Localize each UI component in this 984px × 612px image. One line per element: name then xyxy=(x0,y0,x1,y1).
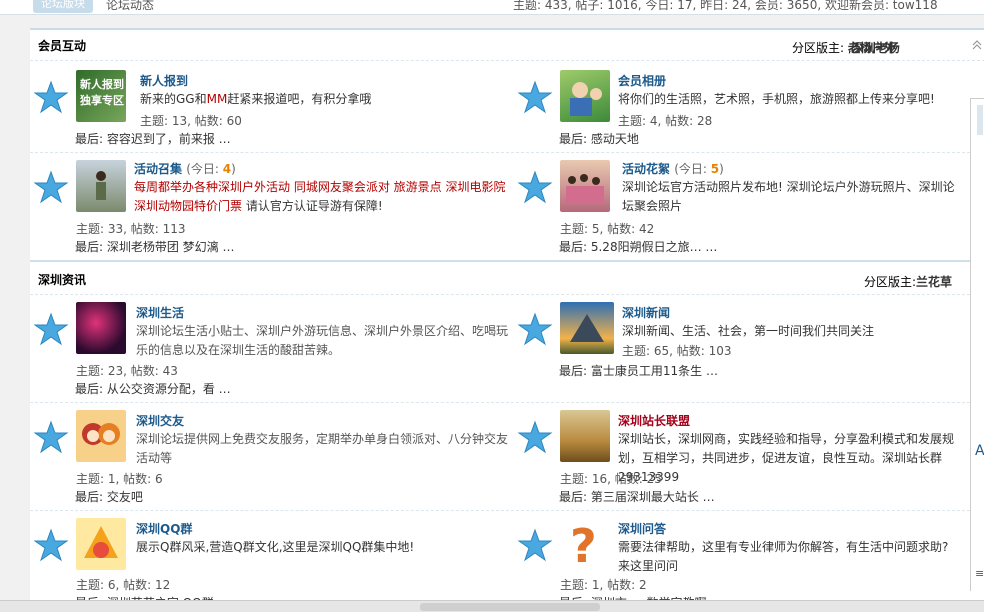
top-status-bar: 论坛版块 论坛动态 主题: 433, 帖子: 1016, 今日: 17, 昨日:… xyxy=(0,0,984,15)
forum-stats: 主题: 33, 帖数: 113 xyxy=(76,222,186,236)
section-header-member: 会员互动 分区版主: 老杨户外, 深圳老杨 xyxy=(30,30,984,60)
forum-title-link[interactable]: 深圳问答 xyxy=(618,520,666,537)
forum-last-post-link[interactable]: 最后: 交友吧 xyxy=(75,488,143,505)
moderator-link[interactable]: 兰花草 xyxy=(916,273,952,290)
star-icon xyxy=(34,420,68,454)
forum-title-link[interactable]: 深圳交友 xyxy=(136,412,184,429)
font-size-icon[interactable]: A xyxy=(975,443,984,459)
forum-description: 深圳论坛官方活动照片发布地! 深圳论坛户外游玩照片、深圳论坛聚会照片 xyxy=(622,180,955,213)
forum-item-dating: 深圳交友 深圳论坛提供网上免费交友服务，定期举办单身白领派对、八分钟交友活动等 … xyxy=(30,410,508,516)
side-float-panel[interactable]: A ≡ xyxy=(970,98,984,591)
forum-title-link[interactable]: 新人报到 xyxy=(140,72,188,89)
forum-stats: 主题: 23, 帖数: 43 xyxy=(76,364,178,378)
forum-thumbnail[interactable] xyxy=(560,70,610,122)
forum-thumbnail[interactable] xyxy=(76,302,126,354)
star-icon xyxy=(518,80,552,114)
panel-tab[interactable]: ≡ xyxy=(975,567,984,580)
star-icon xyxy=(518,420,552,454)
moderators-label: 分区版主: xyxy=(792,41,845,55)
forum-thumbnail[interactable] xyxy=(76,160,126,212)
forum-thumbnail[interactable] xyxy=(560,410,610,462)
forum-stats: 主题: 5, 帖数: 42 xyxy=(560,222,655,236)
forum-thumbnail[interactable] xyxy=(560,160,610,212)
forum-last-post-link[interactable]: 最后: 深圳老杨带团 梦幻漓 … xyxy=(75,238,235,255)
scrollbar-thumb[interactable] xyxy=(420,603,600,611)
forum-title-link[interactable]: 深圳新闻 xyxy=(622,304,670,321)
section-moderators: 分区版主: 兰花草 xyxy=(864,273,952,290)
star-icon xyxy=(34,528,68,562)
forum-title-link[interactable]: 深圳QQ群 xyxy=(136,520,192,537)
section-moderators: 分区版主: 老杨户外, 深圳老杨 xyxy=(792,41,900,55)
forum-thumbnail[interactable] xyxy=(76,518,126,570)
divider xyxy=(30,510,984,511)
forum-stats: 主题: 13, 帖数: 60 xyxy=(140,114,242,128)
forum-description: 深圳论坛生活小贴士、深圳户外游玩信息、深圳户外景区介绍、吃喝玩乐的信息以及在深圳… xyxy=(136,324,509,357)
star-icon xyxy=(518,528,552,562)
forum-description: 新来的GG和MM赶紧来报道吧，有积分拿哦 xyxy=(140,92,372,106)
divider xyxy=(30,60,984,61)
section-title[interactable]: 深圳资讯 xyxy=(38,271,86,288)
star-icon xyxy=(34,170,68,204)
svg-text:新人报到: 新人报到 xyxy=(80,77,124,91)
forum-title-link[interactable]: 活动召集 (今日: 4) xyxy=(134,160,236,177)
forum-stats: 主题: 433, 帖子: 1016, 今日: 17, 昨日: 24, 会员: 3… xyxy=(513,0,938,12)
star-icon xyxy=(34,80,68,114)
star-icon xyxy=(518,312,552,346)
forum-description: 需要法律帮助，这里有专业律师为你解答，有生活中问题求助? 来这里问问 xyxy=(618,540,949,573)
forum-item-qq: 深圳QQ群 展示Q群风采,营造Q群文化,这里是深圳QQ群集中地! 主题: 6, … xyxy=(30,518,500,612)
forum-last-post-link[interactable]: 最后: 第三届深圳最大站长 … xyxy=(559,488,715,505)
forum-thumbnail[interactable] xyxy=(76,410,126,462)
forum-thumbnail[interactable]: 新人报到 独享专区 xyxy=(76,70,126,122)
forum-title-link[interactable]: 深圳站长联盟 xyxy=(618,412,690,429)
forum-page: 论坛版块 论坛动态 主题: 433, 帖子: 1016, 今日: 17, 昨日:… xyxy=(0,0,984,612)
tab-forum-boards[interactable]: 论坛版块 xyxy=(33,0,93,13)
collapse-icon[interactable] xyxy=(972,40,982,50)
svg-text:?: ? xyxy=(570,519,597,570)
forum-list: 会员互动 分区版主: 老杨户外, 深圳老杨 新人报到独享专区 新人报到 新来的G… xyxy=(30,28,984,612)
star-icon xyxy=(518,170,552,204)
question-mark-icon[interactable]: ? xyxy=(560,518,610,570)
forum-last-post-link[interactable]: 最后: 容容迟到了，前来报 … xyxy=(75,130,231,147)
forum-stats: 主题: 6, 帖数: 12 xyxy=(76,578,171,592)
forum-stats: 主题: 1, 帖数: 2 xyxy=(560,578,647,592)
moderator-link[interactable]: 深圳老杨 xyxy=(852,39,900,56)
horizontal-scrollbar[interactable] xyxy=(0,600,984,612)
divider xyxy=(30,402,984,403)
forum-item-highlights: 活动花絮 (今日: 5) 深圳论坛官方活动照片发布地! 深圳论坛户外游玩照片、深… xyxy=(514,160,984,266)
forum-last-post-link[interactable]: 最后: 感动天地 xyxy=(559,130,639,147)
forum-stats: 主题: 1, 帖数: 6 xyxy=(76,472,163,486)
forum-item-webmasters: 深圳站长联盟 深圳站长，深圳网商，实践经验和指导，分享盈利模式和发展规划，互相学… xyxy=(514,410,984,516)
divider xyxy=(30,152,984,153)
forum-stats: 主题: 65, 帖数: 103 xyxy=(622,344,732,358)
star-icon xyxy=(34,312,68,346)
forum-last-post-link[interactable]: 最后: 从公交资源分配，看 … xyxy=(75,380,231,397)
svg-text:独享专区: 独享专区 xyxy=(79,93,124,107)
forum-title-link[interactable]: 深圳生活 xyxy=(136,304,184,321)
panel-thumb xyxy=(977,105,983,135)
forum-item-events: 活动召集 (今日: 4) 每周都举办各种深圳户外活动 同城网友聚会派对 旅游景点… xyxy=(30,160,505,266)
tab-forum-news[interactable]: 论坛动态 xyxy=(106,0,154,13)
forum-description: 深圳新闻、生活、社会，第一时间我们共同关注 xyxy=(622,324,875,338)
forum-description: 每周都举办各种深圳户外活动 同城网友聚会派对 旅游景点 深圳电影院 深圳动物园特… xyxy=(134,180,506,213)
forum-description: 深圳论坛提供网上免费交友服务，定期举办单身白领派对、八分钟交友活动等 xyxy=(136,432,509,465)
section-title[interactable]: 会员互动 xyxy=(38,37,86,54)
forum-last-post-link[interactable]: 最后: 5.28阳朔假日之旅… … xyxy=(559,238,717,255)
forum-description: 深圳站长，深圳网商，实践经验和指导，分享盈利模式和发展规划，互相学习，共同进步，… xyxy=(618,432,955,484)
forum-item-qa: ? 深圳问答 需要法律帮助，这里有专业律师为你解答，有生活中问题求助? 来这里问… xyxy=(514,518,984,612)
forum-description: 展示Q群风采,营造Q群文化,这里是深圳QQ群集中地! xyxy=(136,540,415,554)
forum-last-post-link[interactable]: 最后: 富士康员工用11条生 … xyxy=(559,362,718,379)
forum-description: 将你们的生活照，艺术照，手机照，旅游照都上传来分享吧! xyxy=(618,92,935,106)
forum-title-link[interactable]: 活动花絮 (今日: 5) xyxy=(622,160,724,177)
section-separator xyxy=(30,260,984,262)
forum-item-news: 深圳新闻 深圳新闻、生活、社会，第一时间我们共同关注 主题: 65, 帖数: 1… xyxy=(514,302,984,408)
forum-stats: 主题: 16, 帖数: 25 xyxy=(560,472,662,486)
forum-title-link[interactable]: 会员相册 xyxy=(618,72,666,89)
divider xyxy=(30,294,984,295)
forum-thumbnail[interactable] xyxy=(560,302,614,354)
forum-stats: 主题: 4, 帖数: 28 xyxy=(618,114,713,128)
moderators-label: 分区版主: xyxy=(864,275,917,289)
section-header-news: 深圳资讯 分区版主: 兰花草 xyxy=(30,264,984,294)
forum-item-life: 深圳生活 深圳论坛生活小贴士、深圳户外游玩信息、深圳户外景区介绍、吃喝玩乐的信息… xyxy=(30,302,508,408)
